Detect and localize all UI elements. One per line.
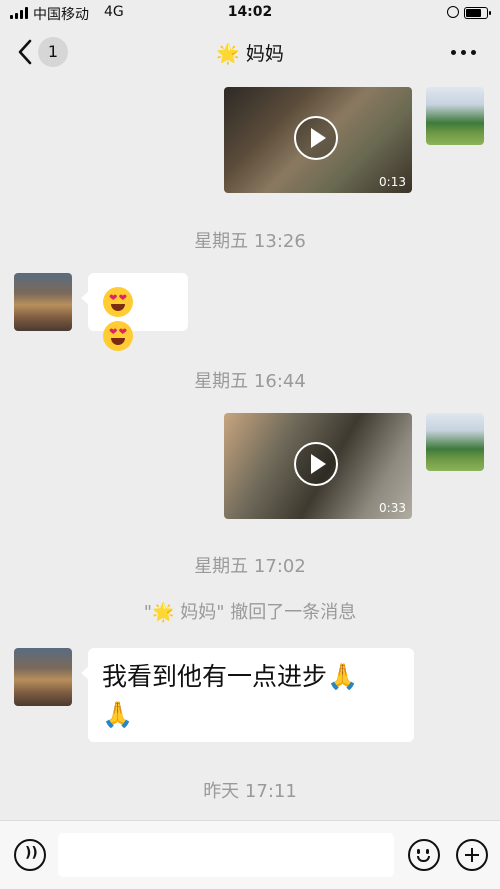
self-avatar[interactable]	[426, 413, 484, 471]
heart-eyes-emoji-icon	[103, 321, 133, 351]
message-input[interactable]	[58, 833, 394, 877]
input-bar	[0, 820, 500, 889]
status-bar: 中国移动 4G 14:02	[0, 0, 500, 26]
timestamp: 星期五 13:26	[194, 231, 306, 252]
status-time: 14:02	[227, 4, 273, 20]
plus-icon[interactable]	[456, 839, 488, 871]
message-line: 我看到他有一点进步🙏	[102, 662, 359, 691]
battery-icon	[464, 7, 491, 19]
timestamp: 星期五 17:02	[194, 556, 306, 577]
video-message[interactable]: 0:13	[224, 87, 412, 193]
peer-avatar[interactable]	[14, 273, 72, 331]
peer-avatar[interactable]	[14, 648, 72, 706]
chat-header: 1 🌟 妈妈	[0, 26, 500, 78]
video-message[interactable]: 0:33	[224, 413, 412, 519]
heart-eyes-emoji-icon	[103, 287, 133, 317]
video-duration: 0:13	[379, 175, 406, 189]
timestamp: 昨天 17:11	[203, 781, 297, 802]
play-icon[interactable]	[294, 442, 338, 486]
message-line: 🙏	[102, 700, 134, 729]
emoji-message-bubble[interactable]	[81, 273, 188, 351]
timestamp: 星期五 16:44	[194, 371, 306, 392]
emoji-content	[88, 273, 188, 369]
self-avatar[interactable]	[426, 87, 484, 145]
orientation-lock-icon	[447, 6, 459, 18]
smiley-icon[interactable]	[408, 839, 440, 871]
video-duration: 0:33	[379, 501, 406, 515]
message-text: 我看到他有一点进步🙏 🙏	[88, 648, 414, 744]
more-dots-icon[interactable]	[448, 40, 480, 64]
chat-title: 🌟 妈妈	[216, 43, 284, 65]
voice-icon[interactable]	[14, 839, 46, 871]
recall-notice: "🌟 妈妈" 撤回了一条消息	[143, 602, 357, 623]
play-icon[interactable]	[294, 116, 338, 160]
text-message-bubble[interactable]: 我看到他有一点进步🙏 🙏	[81, 648, 414, 744]
